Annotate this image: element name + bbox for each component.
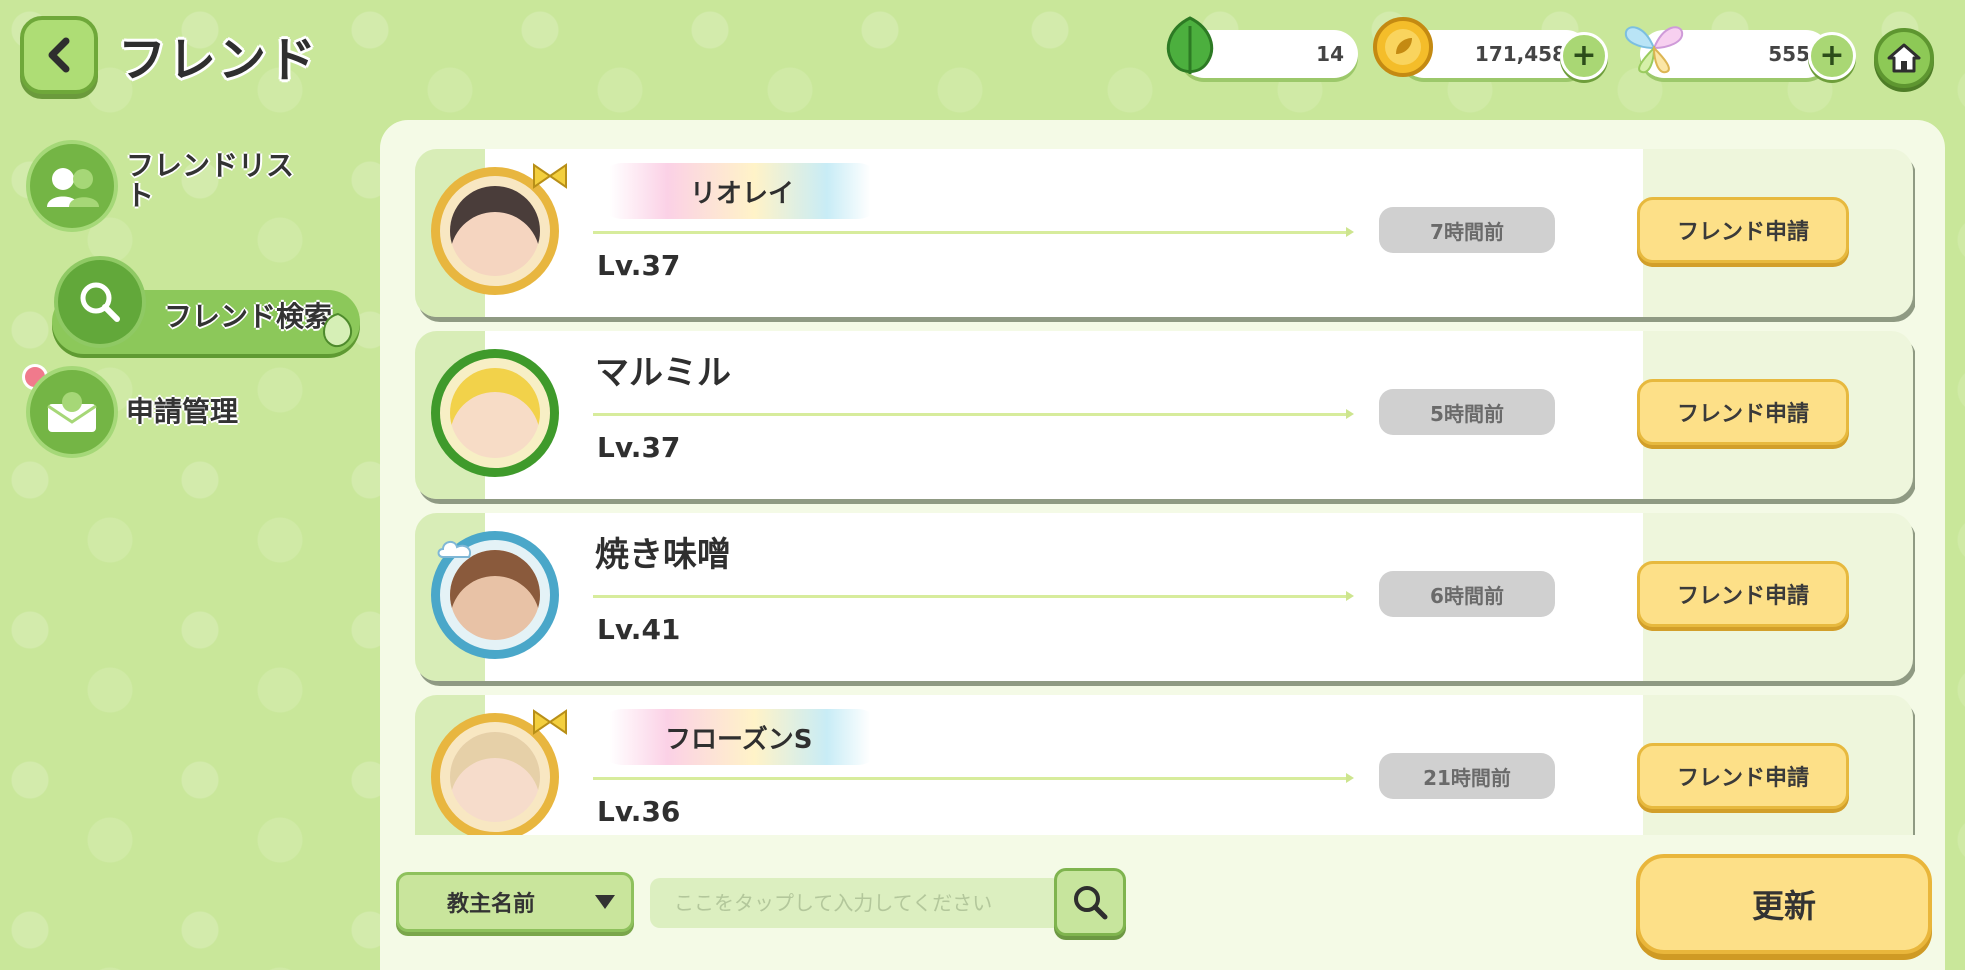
search-type-value: 教主名前 (447, 892, 536, 917)
friend-request-button[interactable]: フレンド申請 (1637, 197, 1849, 263)
sidebar-item-label: 申請管理 (126, 395, 239, 428)
cloud-icon (437, 541, 471, 558)
home-button[interactable] (1874, 28, 1934, 88)
list-item: 焼き味噌 Lv.41 6時間前 フレンド申請 (415, 513, 1913, 681)
envelope-icon (47, 392, 97, 432)
list-item: フローズンS Lv.36 21時間前 フレンド申請 (415, 695, 1913, 835)
sidebar-item-label: フレンドリスト (126, 149, 295, 212)
leaf-count: 14 (1316, 42, 1344, 66)
friend-request-button[interactable]: フレンド申請 (1637, 743, 1849, 809)
bow-icon (533, 709, 567, 735)
last-login-badge: 21時間前 (1379, 753, 1555, 799)
gold-coin-icon (1373, 17, 1433, 77)
refresh-button[interactable]: 更新 (1636, 854, 1932, 954)
player-name: リオレイ (690, 179, 795, 209)
chevron-left-icon (48, 37, 70, 73)
butterfly-count: 555 (1768, 42, 1810, 66)
gold-count: 171,458 (1474, 42, 1566, 66)
last-login-badge: 5時間前 (1379, 389, 1555, 435)
list-item: マルミル Lv.37 5時間前 フレンド申請 (415, 331, 1913, 499)
list-item: リオレイ Lv.37 7時間前 フレンド申請 (415, 149, 1913, 317)
player-name: フローズンS (665, 725, 813, 755)
add-butterfly-button[interactable]: + (1808, 32, 1856, 80)
search-button[interactable] (1054, 868, 1126, 936)
player-level: Lv.41 (597, 613, 681, 646)
friend-list[interactable]: リオレイ Lv.37 7時間前 フレンド申請 マルミル Lv.37 5時間前 フ… (415, 145, 1915, 835)
sidebar-item-friend-search[interactable]: フレンド検索 (54, 256, 334, 348)
bow-icon (533, 163, 567, 189)
sidebar-item-label: フレンド検索 (164, 300, 333, 333)
friend-request-button[interactable]: フレンド申請 (1637, 561, 1849, 627)
sidebar-item-friend-list[interactable]: フレンドリスト (26, 140, 306, 232)
player-level: Lv.36 (597, 795, 681, 828)
search-icon (1074, 886, 1108, 920)
search-input[interactable] (650, 878, 1062, 928)
avatar[interactable] (431, 349, 559, 477)
player-name: マルミル (595, 353, 731, 393)
home-icon (1887, 43, 1921, 73)
last-login-badge: 7時間前 (1379, 207, 1555, 253)
add-gold-button[interactable]: + (1560, 32, 1608, 80)
sidebar-item-request-management[interactable]: 申請管理 (26, 366, 238, 458)
back-button[interactable] (20, 16, 98, 94)
leaf-decoration-icon (322, 312, 353, 348)
friends-icon (47, 168, 99, 207)
leaf-icon (1167, 16, 1213, 74)
search-icon (80, 282, 120, 322)
dropdown-arrow-icon (595, 895, 615, 909)
player-level: Lv.37 (597, 249, 681, 282)
search-type-select[interactable]: 教主名前 (396, 872, 634, 932)
last-login-badge: 6時間前 (1379, 571, 1555, 617)
player-level: Lv.37 (597, 431, 681, 464)
friend-request-button[interactable]: フレンド申請 (1637, 379, 1849, 445)
butterfly-icon (1624, 26, 1684, 74)
page-title: フレンド (118, 32, 319, 88)
player-name: 焼き味噌 (595, 535, 731, 575)
